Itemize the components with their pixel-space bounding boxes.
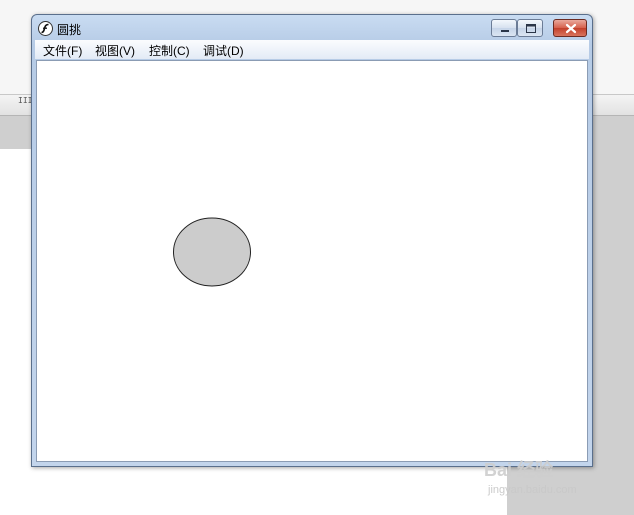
stage-canvas <box>173 217 251 287</box>
window-title: 圆挑 <box>57 23 82 37</box>
minimize-icon <box>501 30 509 32</box>
circle-shape[interactable] <box>173 217 251 287</box>
menu-debug[interactable]: 调试(D) <box>203 42 244 59</box>
close-button[interactable] <box>553 19 587 37</box>
baidu-jingyan-watermark-logo: Bai 经验 <box>484 460 554 480</box>
menu-bar: 文件(F) 视图(V) 控制(C) 调试(D) <box>35 40 589 59</box>
menu-view[interactable]: 视图(V) <box>95 42 135 59</box>
flash-app-icon <box>38 21 53 36</box>
flash-player-window: 圆挑 文件(F) 视图(V) 控制(C) 调试(D) <box>31 14 593 467</box>
menu-control[interactable]: 控制(C) <box>149 42 190 59</box>
maximize-button[interactable] <box>517 19 543 37</box>
background-panel-right <box>592 116 634 515</box>
minimize-button[interactable] <box>491 19 517 37</box>
maximize-icon <box>526 24 536 33</box>
menu-file[interactable]: 文件(F) <box>43 42 82 59</box>
title-bar[interactable]: 圆挑 <box>32 15 592 40</box>
close-icon <box>565 23 577 34</box>
baidu-jingyan-watermark-url: jingyan.baidu.com <box>488 484 577 496</box>
background-panel-left <box>0 116 32 149</box>
stage-area[interactable] <box>36 60 588 462</box>
